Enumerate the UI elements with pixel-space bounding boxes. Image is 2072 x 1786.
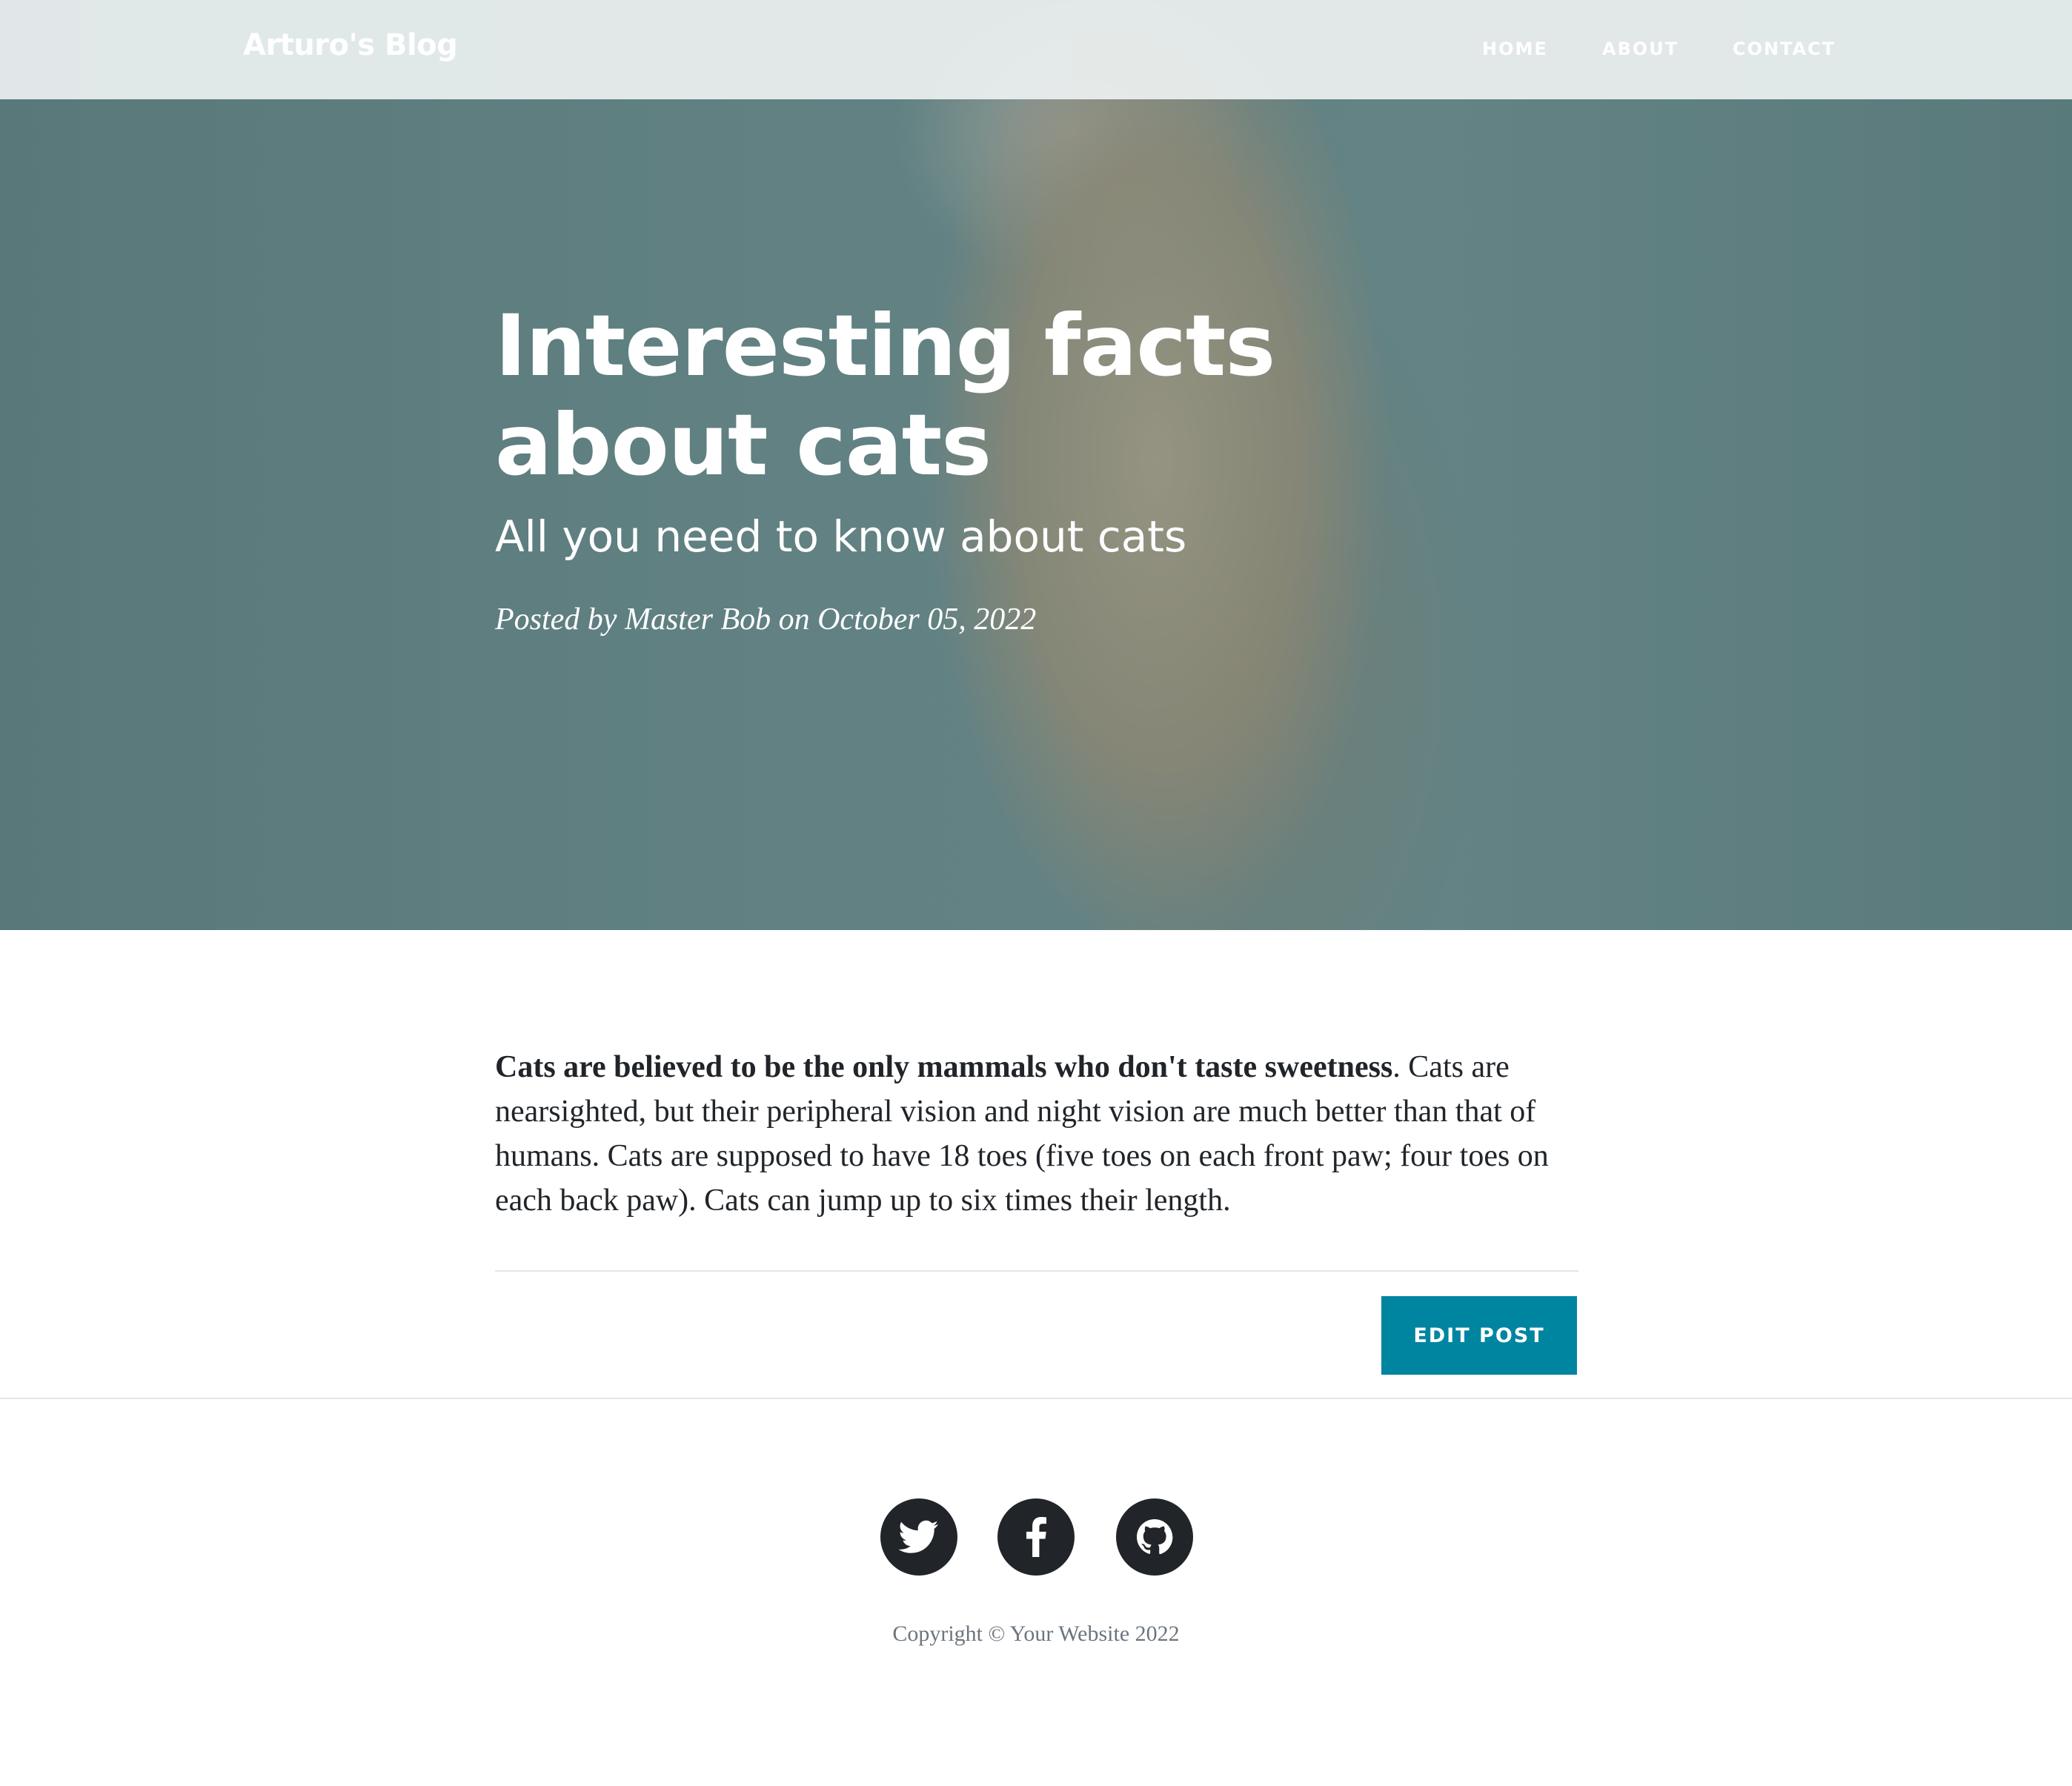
post-header: Interesting facts about cats All you nee…: [0, 0, 2072, 930]
post-subtitle: All you need to know about cats: [495, 511, 1187, 562]
nav-home-link[interactable]: HOME: [1482, 39, 1548, 59]
content-divider: [495, 1270, 1578, 1272]
twitter-link[interactable]: [880, 1498, 957, 1576]
post-bold-lead: Cats are believed to be the only mammals…: [495, 1050, 1393, 1084]
post-meta: Posted by Master Bob on October 05, 2022: [495, 602, 1037, 637]
github-icon: [1136, 1518, 1173, 1556]
post-article: Cats are believed to be the only mammals…: [495, 1045, 1578, 1223]
facebook-link[interactable]: [997, 1498, 1075, 1576]
nav-about-link[interactable]: ABOUT: [1602, 39, 1678, 59]
nav-links: HOME ABOUT CONTACT: [0, 39, 2072, 68]
navbar: Arturo's Blog HOME ABOUT CONTACT: [0, 0, 2072, 99]
copyright-text: Copyright © Your Website 2022: [892, 1621, 1180, 1646]
post-title: Interesting facts about cats: [495, 296, 1275, 494]
twitter-icon: [899, 1520, 939, 1554]
github-link[interactable]: [1116, 1498, 1193, 1576]
social-links: [0, 1498, 2072, 1576]
facebook-icon: [1025, 1517, 1047, 1557]
footer-divider: [0, 1398, 2072, 1399]
post-heading: Interesting facts about cats All you nee…: [495, 296, 1547, 640]
post-paragraph: Cats are believed to be the only mammals…: [495, 1045, 1578, 1223]
nav-contact-link[interactable]: CONTACT: [1733, 39, 1836, 59]
edit-post-button[interactable]: EDIT POST: [1381, 1296, 1577, 1375]
